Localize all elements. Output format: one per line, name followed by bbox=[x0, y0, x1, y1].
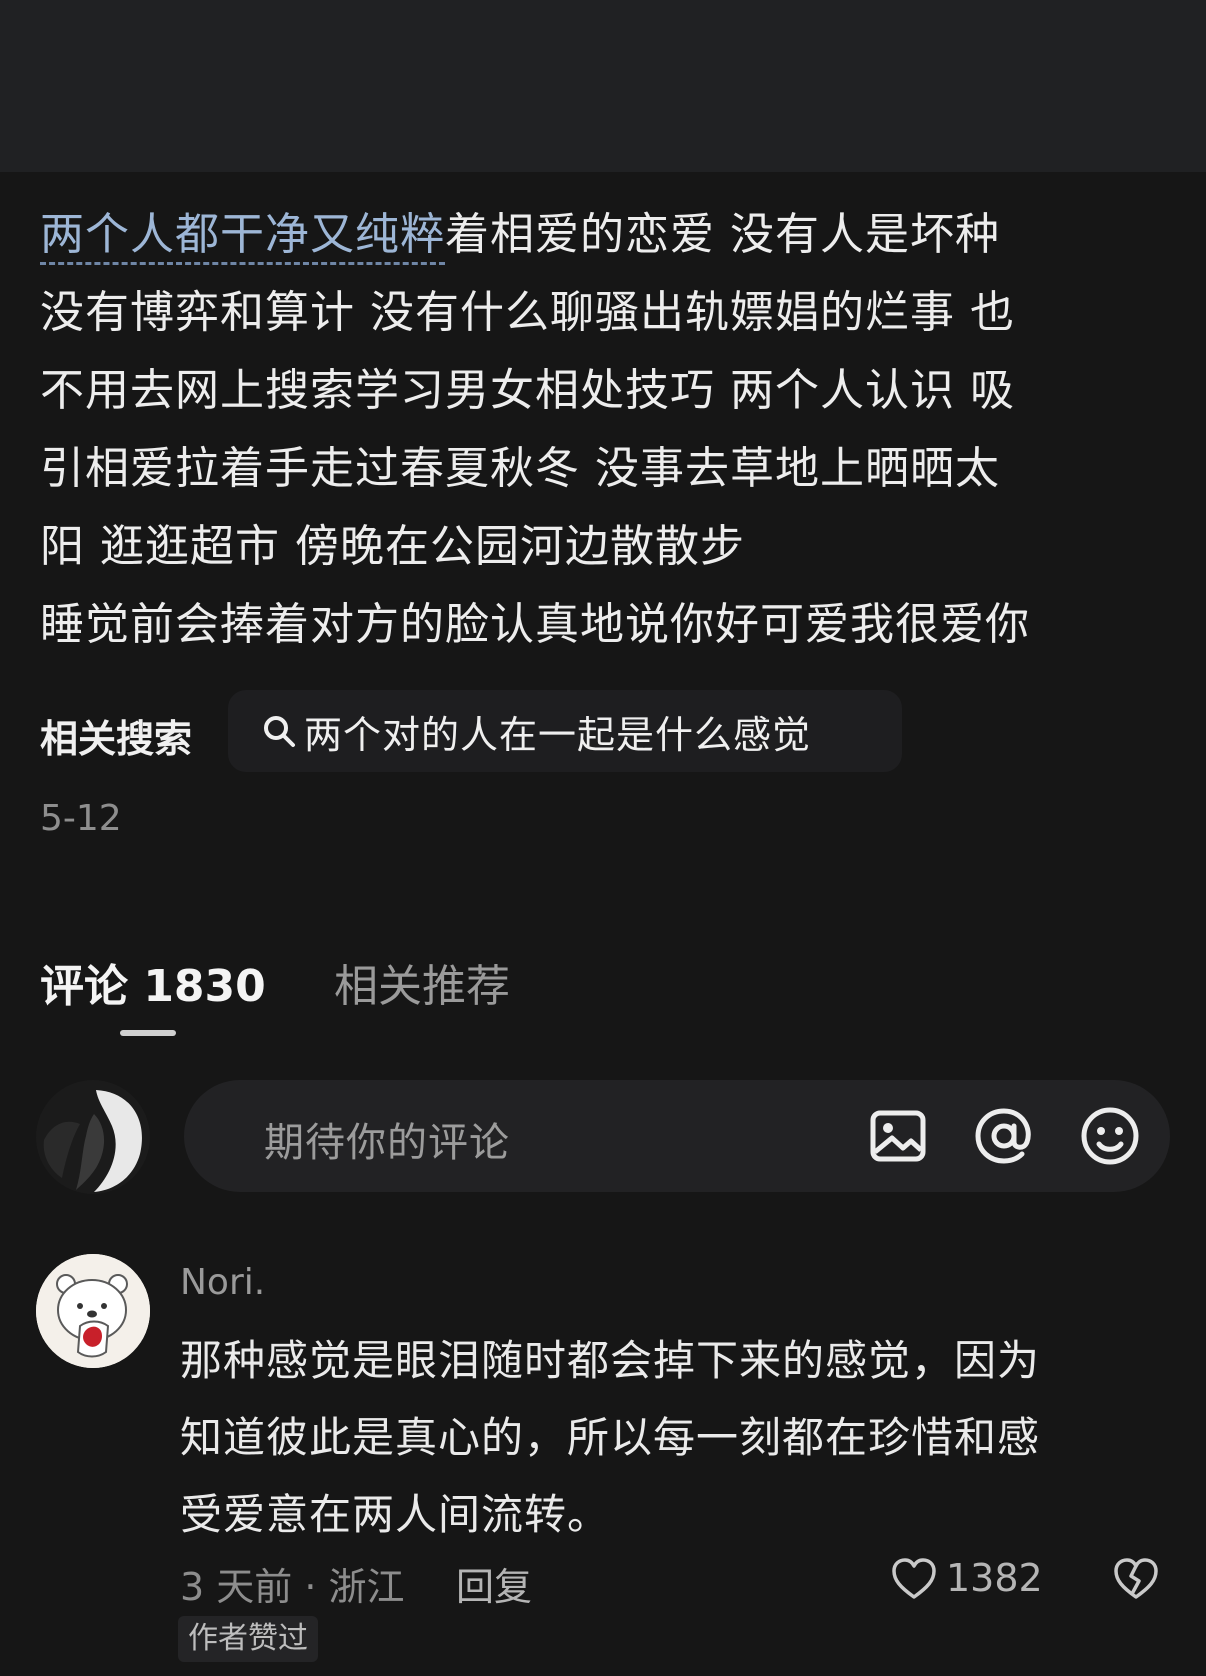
commenter-avatar[interactable] bbox=[36, 1254, 150, 1368]
related-search-label: 相关搜索 bbox=[40, 717, 193, 761]
reply-button[interactable]: 回复 bbox=[456, 1556, 532, 1611]
like-count: 1382 bbox=[946, 1556, 1043, 1600]
bear-avatar-image bbox=[36, 1254, 150, 1368]
post-line-5: 阳 逛逛超市 傍晚在公园河边散散步 bbox=[40, 521, 745, 572]
heart-icon[interactable] bbox=[890, 1556, 938, 1602]
image-icon[interactable] bbox=[866, 1104, 930, 1168]
comment-line-1: 那种感觉是眼泪随时都会掉下来的感觉，因为 bbox=[180, 1336, 1041, 1385]
post-body: 两个人都干净又纯粹着相爱的恋爱 没有人是坏种 没有博弈和算计 没有什么聊骚出轨嫖… bbox=[40, 196, 1180, 664]
comment-input-row: 期待你的评论 bbox=[36, 1080, 1170, 1194]
commenter-username[interactable]: Nori. bbox=[180, 1262, 265, 1303]
tab-related[interactable]: 相关推荐 bbox=[334, 950, 510, 1014]
comment-time-location: 3 天前 · 浙江 bbox=[180, 1565, 405, 1609]
related-search: 相关搜索 两个对的人在一起是什么感觉 bbox=[40, 690, 1180, 772]
author-liked-badge: 作者赞过 bbox=[178, 1616, 318, 1662]
tab-active-underline bbox=[120, 1030, 176, 1036]
post-line-1-rest: 着相爱的恋爱 没有人是坏种 bbox=[445, 209, 1000, 260]
post-highlight-link[interactable]: 两个人都干净又纯粹 bbox=[40, 209, 445, 265]
post-line-1: 两个人都干净又纯粹着相爱的恋爱 没有人是坏种 bbox=[40, 196, 1180, 274]
related-search-chip[interactable]: 两个对的人在一起是什么感觉 bbox=[228, 690, 902, 772]
comment-line-3: 受爱意在两人间流转。 bbox=[180, 1490, 611, 1539]
post-line-4: 引相爱拉着手走过春夏秋冬 没事去草地上晒晒太 bbox=[40, 443, 1000, 494]
comment-input[interactable]: 期待你的评论 bbox=[184, 1080, 1170, 1192]
post-date: 5-12 bbox=[40, 798, 122, 839]
comment-placeholder: 期待你的评论 bbox=[264, 1120, 510, 1166]
post-line-3: 不用去网上搜索学习男女相处技巧 两个人认识 吸 bbox=[40, 365, 1015, 416]
broken-heart-icon[interactable] bbox=[1112, 1556, 1160, 1602]
my-avatar[interactable] bbox=[36, 1080, 150, 1194]
post-line-2: 没有博弈和算计 没有什么聊骚出轨嫖娼的烂事 也 bbox=[40, 287, 1015, 338]
post-line-6: 睡觉前会捧着对方的脸认真地说你好可爱我很爱你 bbox=[40, 599, 1030, 650]
top-band bbox=[0, 0, 1206, 172]
my-avatar-image bbox=[36, 1080, 150, 1194]
search-icon bbox=[264, 716, 295, 747]
related-search-query: 两个对的人在一起是什么感觉 bbox=[304, 712, 812, 757]
comment-line-2: 知道彼此是真心的，所以每一刻都在珍惜和感 bbox=[180, 1413, 1041, 1462]
emoji-icon[interactable] bbox=[1078, 1104, 1142, 1168]
tab-comments[interactable]: 评论 1830 bbox=[40, 950, 266, 1014]
comment-text: 那种感觉是眼泪随时都会掉下来的感觉，因为 知道彼此是真心的，所以每一刻都在珍惜和… bbox=[180, 1322, 1140, 1553]
comment-meta: 3 天前 · 浙江 回复 1382 bbox=[180, 1556, 1160, 1609]
tab-bar: 评论 1830 相关推荐 bbox=[40, 950, 1180, 1040]
at-icon[interactable] bbox=[972, 1104, 1036, 1168]
